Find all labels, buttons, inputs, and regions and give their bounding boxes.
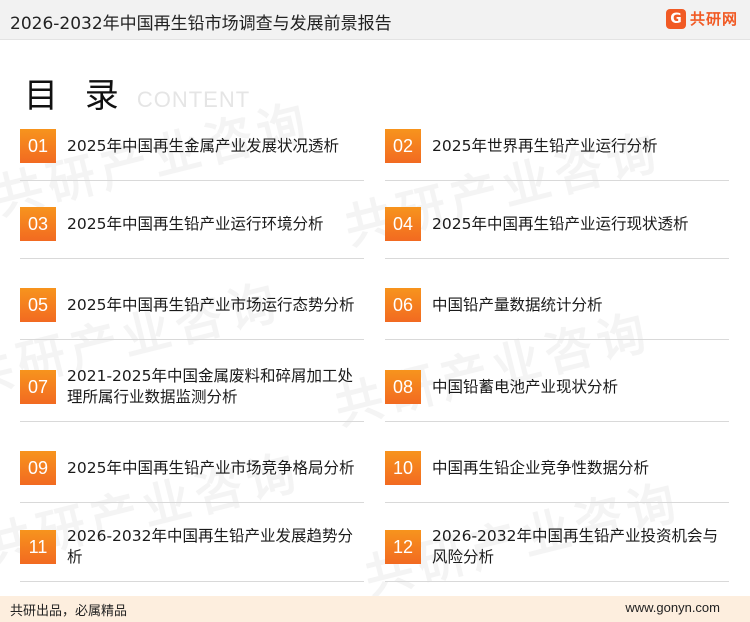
toc-item-number: 05	[20, 288, 56, 322]
toc-item-number: 10	[385, 451, 421, 485]
toc-item-label: 2026-2032年中国再生铅产业发展趋势分析	[67, 527, 353, 566]
toc-item-12[interactable]: 12 2026-2032年中国再生铅产业投资机会与风险分析	[385, 514, 729, 582]
footer-slogan: 共研出品，必属精品	[10, 604, 128, 619]
toc-item-01[interactable]: 01 2025年中国再生金属产业发展状况透析	[20, 113, 364, 181]
logo-icon: G	[665, 8, 686, 29]
toc-item-label: 2025年中国再生铅产业运行环境分析	[67, 214, 324, 233]
toc-item-07[interactable]: 07 2021-2025年中国金属废料和碎屑加工处理所属行业数据监测分析	[20, 354, 364, 422]
toc-item-number: 02	[385, 129, 421, 163]
toc-item-09[interactable]: 09 2025年中国再生铅产业市场竞争格局分析	[20, 435, 364, 503]
toc-item-number: 06	[385, 288, 421, 322]
toc-item-label: 2026-2032年中国再生铅产业投资机会与风险分析	[432, 527, 718, 566]
toc-item-label: 2025年中国再生铅产业运行现状透析	[432, 214, 689, 233]
toc-item-number: 03	[20, 207, 56, 241]
toc-heading: 目 录 CONTENT	[24, 68, 250, 117]
footer-website-link[interactable]: www.gonyn.com	[625, 600, 720, 615]
toc-item-label: 中国再生铅企业竞争性数据分析	[432, 458, 650, 477]
toc-item-10[interactable]: 10 中国再生铅企业竞争性数据分析	[385, 435, 729, 503]
toc-item-label: 中国铅产量数据统计分析	[432, 295, 603, 314]
toc-heading-cn: 目 录	[24, 76, 127, 116]
toc-item-06[interactable]: 06 中国铅产量数据统计分析	[385, 272, 729, 340]
brand-logo[interactable]: G 共研网	[665, 8, 738, 29]
toc-item-label: 2021-2025年中国金属废料和碎屑加工处理所属行业数据监测分析	[67, 367, 353, 406]
toc-item-05[interactable]: 05 2025年中国再生铅产业市场运行态势分析	[20, 272, 364, 340]
toc-item-03[interactable]: 03 2025年中国再生铅产业运行环境分析	[20, 191, 364, 259]
logo-text: 共研网	[689, 10, 738, 28]
toc-item-number: 07	[20, 370, 56, 404]
toc-item-02[interactable]: 02 2025年世界再生铅产业运行分析	[385, 113, 729, 181]
toc-item-label: 2025年中国再生金属产业发展状况透析	[67, 136, 339, 155]
toc-item-number: 09	[20, 451, 56, 485]
top-bar: 2026-2032年中国再生铅市场调查与发展前景报告 G 共研网	[0, 0, 750, 40]
toc-item-number: 12	[385, 530, 421, 564]
toc-item-number: 11	[20, 530, 56, 564]
toc-item-08[interactable]: 08 中国铅蓄电池产业现状分析	[385, 354, 729, 422]
toc-heading-en: CONTENT	[136, 87, 251, 112]
toc-item-number: 08	[385, 370, 421, 404]
footer-bar: 共研出品，必属精品 www.gonyn.com	[0, 596, 750, 622]
toc-item-label: 2025年中国再生铅产业市场竞争格局分析	[67, 458, 355, 477]
toc-item-label: 2025年中国再生铅产业市场运行态势分析	[67, 295, 355, 314]
report-title: 2026-2032年中国再生铅市场调查与发展前景报告	[10, 14, 392, 34]
toc-item-number: 04	[385, 207, 421, 241]
toc-item-label: 中国铅蓄电池产业现状分析	[432, 377, 619, 396]
toc-item-11[interactable]: 11 2026-2032年中国再生铅产业发展趋势分析	[20, 514, 364, 582]
toc-item-number: 01	[20, 129, 56, 163]
toc-item-label: 2025年世界再生铅产业运行分析	[432, 136, 658, 155]
toc-item-04[interactable]: 04 2025年中国再生铅产业运行现状透析	[385, 191, 729, 259]
